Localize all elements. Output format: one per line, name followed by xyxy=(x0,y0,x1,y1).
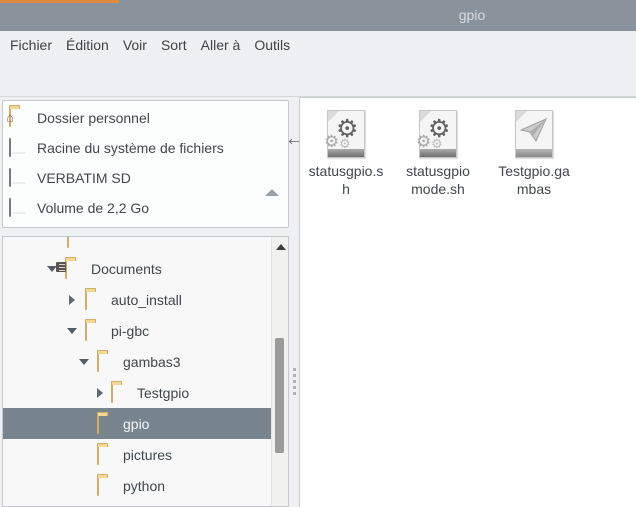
place-label: Dossier personnel xyxy=(37,110,150,126)
file-label-line: h xyxy=(302,180,390,198)
scroll-up-arrow-icon[interactable] xyxy=(276,244,286,250)
tree-item-label: pictures xyxy=(123,447,172,463)
partial-folder-icon xyxy=(67,236,87,244)
menu-item-sort[interactable]: Sort xyxy=(161,31,187,60)
file-label-line: mode.sh xyxy=(394,180,482,198)
gambas-project-icon xyxy=(515,110,553,158)
expander-expanded-icon[interactable] xyxy=(79,359,89,365)
tree-item-gpio-selected[interactable]: gpio xyxy=(3,408,271,439)
tree-item-label: Documents xyxy=(91,261,162,277)
toolbar: + ⌂ ← → ↑ xyxy=(0,60,636,97)
splitter-grip-icon xyxy=(293,368,296,395)
menu-item-voir[interactable]: Voir xyxy=(123,31,147,60)
gear-glyph: ⚙ xyxy=(428,117,450,142)
paper-plane-glyph xyxy=(519,117,549,143)
tree-item-label: pi-gbc xyxy=(111,323,149,339)
file-label: statusgpio mode.sh xyxy=(394,162,482,198)
menu-item-outils[interactable]: Outils xyxy=(254,31,290,60)
file-label-line: Testgpio.ga xyxy=(490,162,578,180)
expander-collapsed-icon[interactable] xyxy=(97,388,103,398)
place-label: Racine du système de fichiers xyxy=(37,140,224,156)
place-item-volume-2-2-go[interactable]: Volume de 2,2 Go xyxy=(3,193,288,223)
folder-icon xyxy=(85,323,105,337)
shell-script-icon: ⚙ ⚙ ⚙ xyxy=(327,110,365,158)
gear-glyph: ⚙ xyxy=(336,117,358,142)
file-label: Testgpio.ga mbas xyxy=(490,162,578,198)
expander-collapsed-icon[interactable] xyxy=(69,295,75,305)
window-title: gpio xyxy=(459,7,485,23)
menu-item-edition[interactable]: Édition xyxy=(66,31,109,60)
file-label-line: statusgpio xyxy=(394,162,482,180)
documents-folder-icon xyxy=(65,261,85,275)
menu-item-aller-a[interactable]: Aller à xyxy=(201,31,241,60)
place-label: Volume de 2,2 Go xyxy=(37,200,149,216)
hard-drive-icon xyxy=(9,139,11,157)
file-view-panel[interactable]: ⚙ ⚙ ⚙ statusgpio.s h ⚙ ⚙ ⚙ xyxy=(299,97,636,507)
file-item-testgpio-gambas[interactable]: Testgpio.ga mbas xyxy=(490,104,578,198)
tree-item-testgpio[interactable]: Testgpio xyxy=(3,377,271,408)
places-panel: ⌂ Dossier personnel Racine du système de… xyxy=(2,100,289,228)
place-item-home[interactable]: ⌂ Dossier personnel xyxy=(3,103,288,133)
tree-item-label: python xyxy=(123,478,165,494)
tree-scrollbar[interactable] xyxy=(271,237,289,507)
eject-button[interactable] xyxy=(265,172,279,184)
place-item-verbatim-sd[interactable]: VERBATIM SD xyxy=(3,163,288,193)
file-item-statusgpiomode-sh[interactable]: ⚙ ⚙ ⚙ statusgpio mode.sh xyxy=(394,104,482,198)
tree-item-label: auto_install xyxy=(111,292,182,308)
folder-icon xyxy=(97,354,117,368)
scrollbar-thumb[interactable] xyxy=(275,338,284,453)
tree-item-python[interactable]: python xyxy=(3,470,271,501)
folder-icon xyxy=(85,292,105,306)
tree-item-auto-install[interactable]: auto_install xyxy=(3,284,271,315)
hard-drive-icon xyxy=(9,169,11,187)
directory-tree-panel: Documents auto_install pi-gbc gambas3 Te… xyxy=(2,236,289,507)
place-label: VERBATIM SD xyxy=(37,170,131,186)
shell-script-icon: ⚙ ⚙ ⚙ xyxy=(419,110,457,158)
tree-item-label: gpio xyxy=(123,416,149,432)
title-bar[interactable]: gpio xyxy=(0,0,636,31)
file-label: statusgpio.s h xyxy=(302,162,390,198)
tree-item-gambas3[interactable]: gambas3 xyxy=(3,346,271,377)
file-label-line: mbas xyxy=(490,180,578,198)
background-window-edge xyxy=(0,0,119,3)
expander-expanded-icon[interactable] xyxy=(67,328,77,334)
tree-item-pi-gbc[interactable]: pi-gbc xyxy=(3,315,271,346)
file-label-line: statusgpio.s xyxy=(302,162,390,180)
menu-item-fichier[interactable]: Fichier xyxy=(10,31,52,60)
removable-volume-icon xyxy=(9,199,11,217)
folder-icon xyxy=(111,385,131,399)
folder-icon xyxy=(97,478,117,492)
tree-item-documents[interactable]: Documents xyxy=(3,253,271,284)
file-item-statusgpio-sh[interactable]: ⚙ ⚙ ⚙ statusgpio.s h xyxy=(302,104,390,198)
folder-icon xyxy=(97,447,117,461)
home-folder-icon: ⌂ xyxy=(9,109,11,127)
place-item-filesystem-root[interactable]: Racine du système de fichiers xyxy=(3,133,288,163)
folder-icon xyxy=(97,416,117,430)
menu-bar: Fichier Édition Voir Sort Aller à Outils xyxy=(0,31,636,60)
tree-item-label: gambas3 xyxy=(123,354,181,370)
pane-splitter[interactable] xyxy=(290,97,299,507)
tree-item-label: Testgpio xyxy=(137,385,189,401)
tree-item-pictures[interactable]: pictures xyxy=(3,439,271,470)
file-manager-window: gpio Fichier Édition Voir Sort Aller à O… xyxy=(0,0,636,507)
